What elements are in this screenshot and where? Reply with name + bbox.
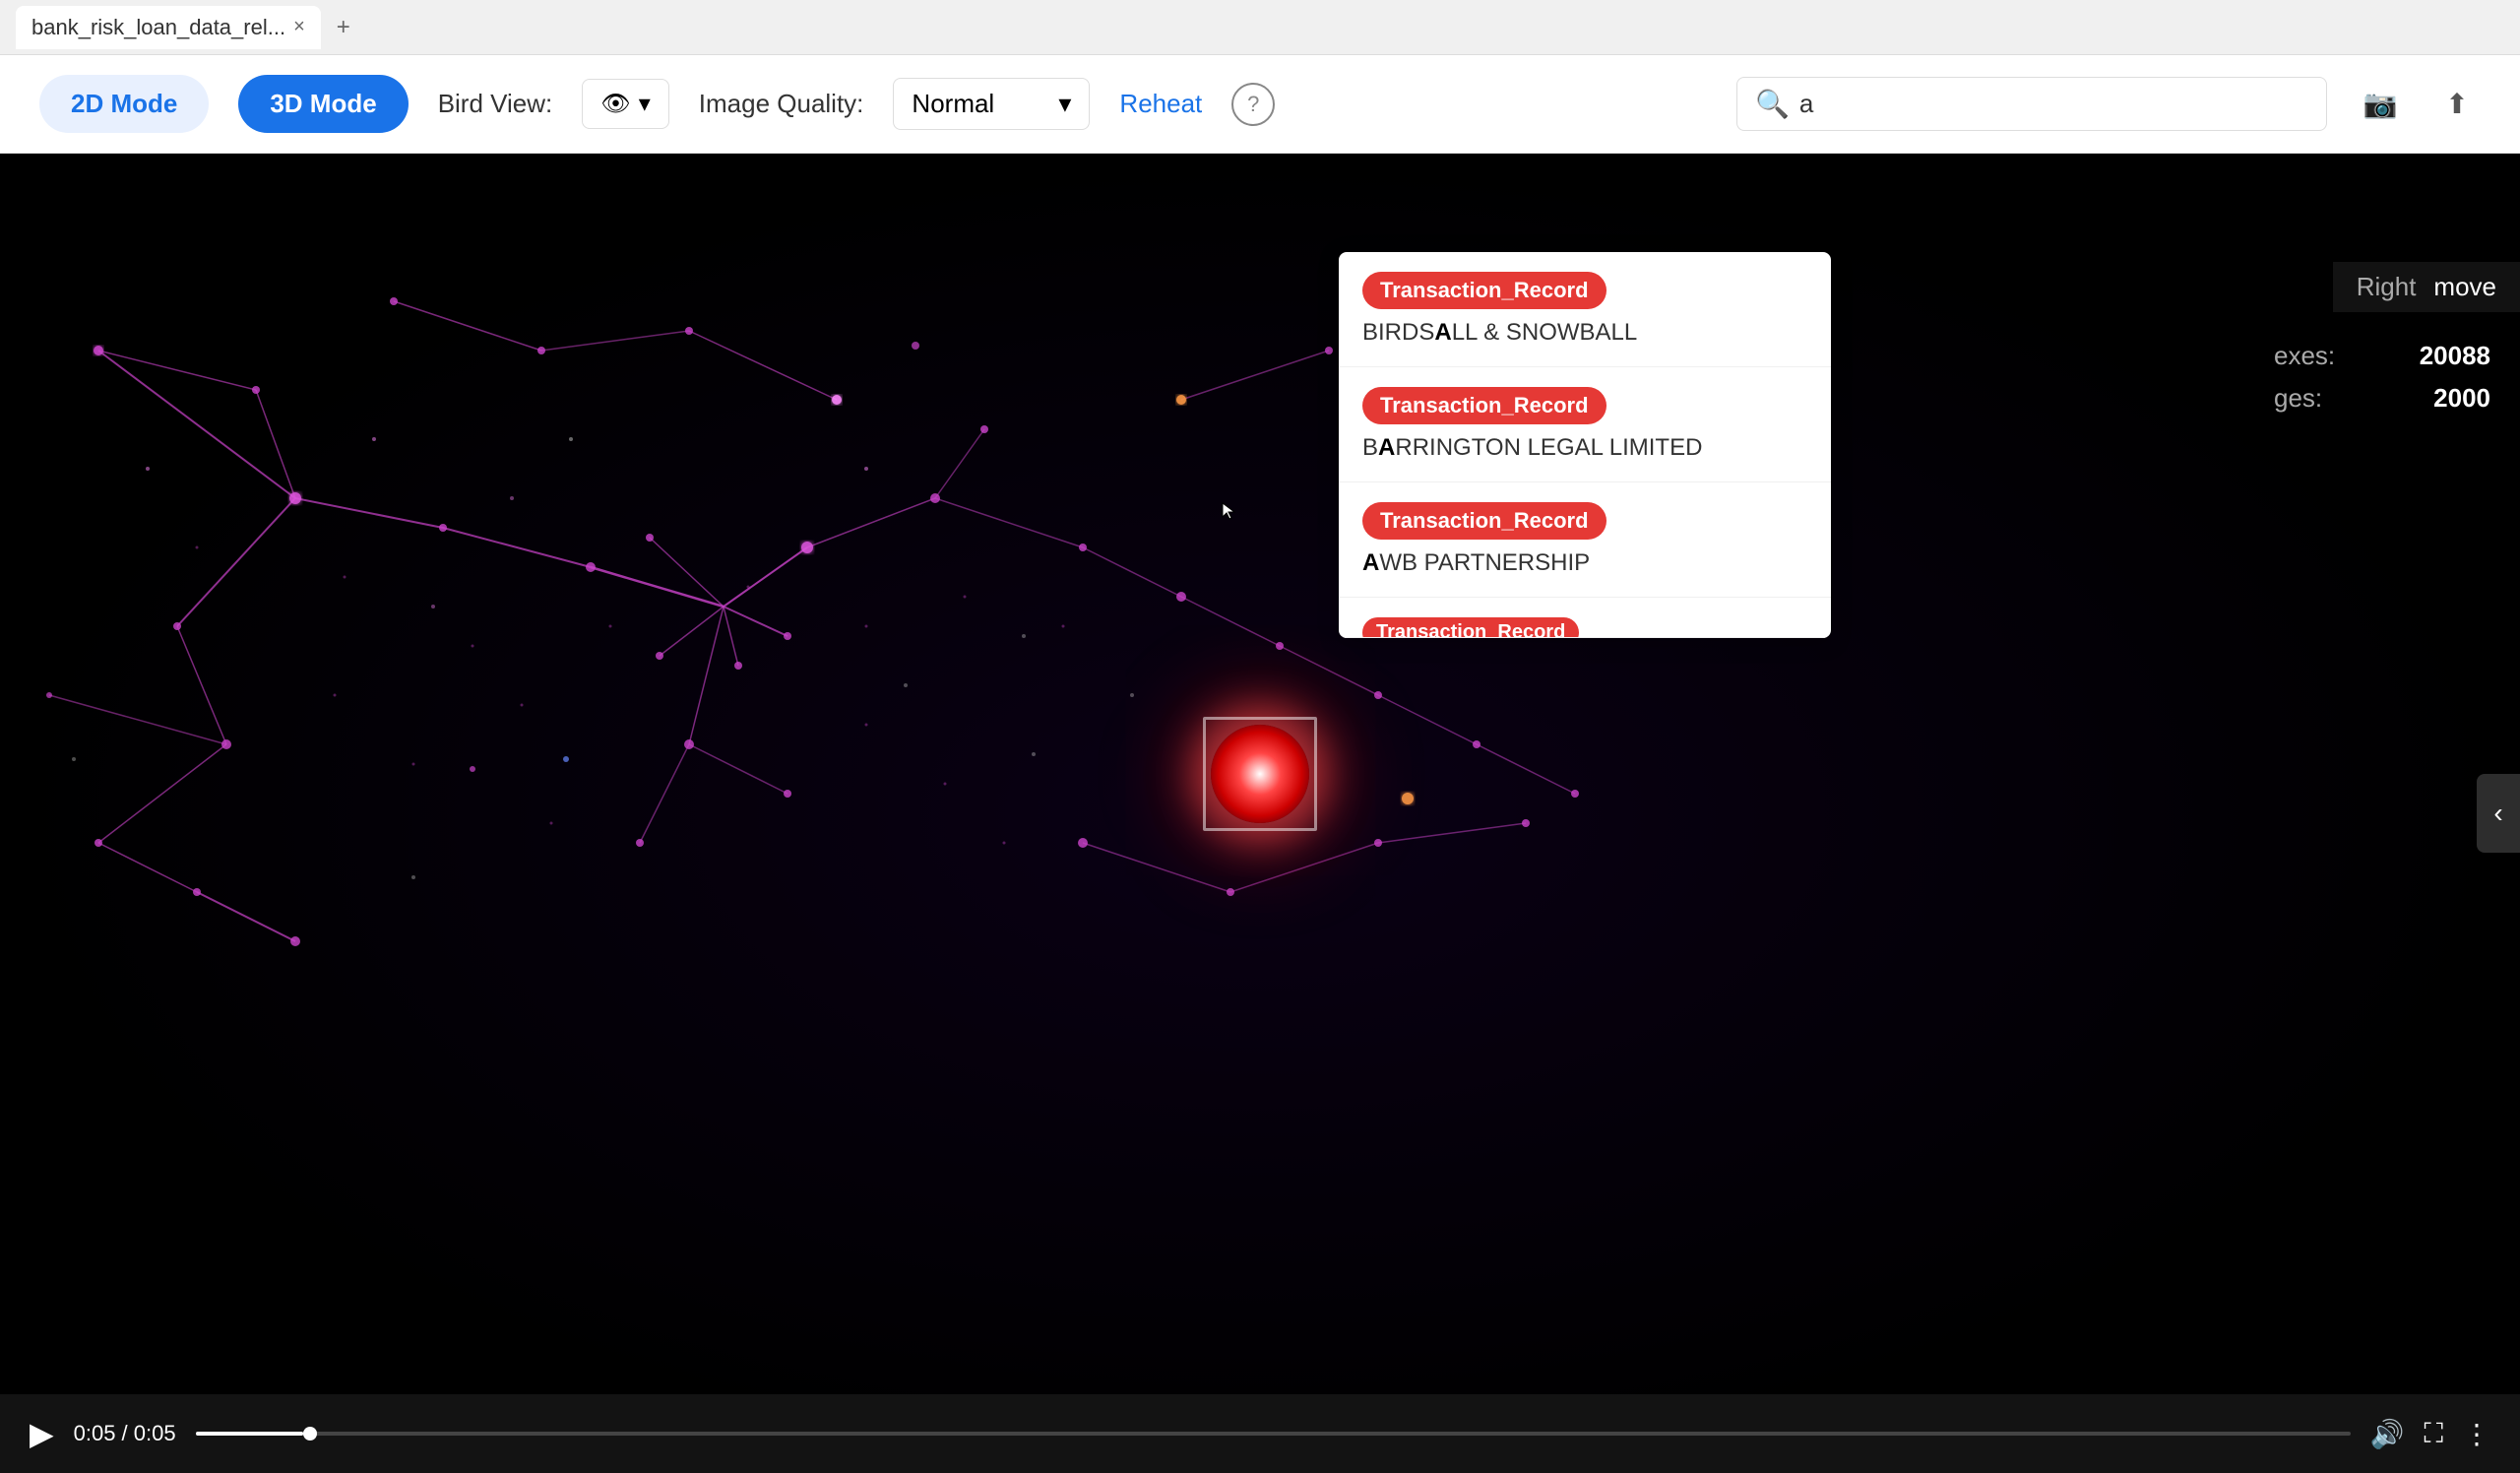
chevron-left-icon: ‹ — [2493, 798, 2502, 829]
edges-count-row: ges: 2000 — [2274, 383, 2490, 414]
browser-tab[interactable]: bank_risk_loan_data_rel... × — [16, 6, 321, 49]
reheat-button[interactable]: Reheat — [1119, 89, 1202, 119]
vertex-label: exes: — [2274, 341, 2335, 371]
center-node-border — [1203, 717, 1317, 831]
screenshot-button[interactable]: 📷 — [2357, 81, 2404, 128]
video-time-display: 0:05 / 0:05 — [74, 1421, 176, 1446]
play-button[interactable]: ▶ — [30, 1415, 54, 1452]
video-progress-fill — [196, 1432, 303, 1436]
toolbar: 2D Mode 3D Mode Bird View: 👁 ▾ Image Qua… — [0, 55, 2520, 154]
tab-title: bank_risk_loan_data_rel... — [32, 15, 285, 40]
image-quality-select[interactable]: Normal ▾ — [893, 78, 1090, 130]
browser-chrome: bank_risk_loan_data_rel... × + — [0, 0, 2520, 55]
search-area: 🔍 — [1736, 77, 2327, 131]
search-result-item[interactable]: Transaction_Record — [1339, 598, 1831, 638]
3d-mode-button[interactable]: 3D Mode — [238, 75, 408, 133]
image-quality-label: Image Quality: — [699, 89, 864, 119]
bird-view-label: Bird View: — [438, 89, 553, 119]
center-node[interactable] — [1211, 725, 1309, 823]
upload-icon: ⬆ — [2445, 88, 2468, 120]
video-controls: ▶ 0:05 / 0:05 🔊 ⛶ ⋮ — [0, 1394, 2520, 1473]
result-tag: Transaction_Record — [1362, 272, 1606, 309]
result-name: BIRDSALL & SNOWBALL — [1362, 319, 1807, 347]
result-tag: Transaction_Record — [1362, 387, 1606, 424]
eye-icon: 👁 — [600, 90, 630, 118]
more-options-button[interactable]: ⋮ — [2463, 1418, 2490, 1450]
edges-label: ges: — [2274, 383, 2322, 414]
result-name: AWB PARTNERSHIP — [1362, 549, 1807, 577]
search-dropdown: Transaction_Record BIRDSALL & SNOWBALL T… — [1339, 252, 1831, 638]
vertex-count-row: exes: 20088 — [2274, 341, 2490, 371]
help-button[interactable]: ? — [1231, 83, 1275, 126]
fullscreen-button[interactable]: ⛶ — [2424, 1418, 2443, 1450]
vertex-value: 20088 — [2420, 341, 2490, 371]
result-tag: Transaction_Record — [1362, 617, 1579, 638]
search-input[interactable] — [1799, 89, 2308, 119]
2d-mode-button[interactable]: 2D Mode — [39, 75, 209, 133]
video-progress-bar[interactable] — [196, 1432, 2351, 1436]
center-node-glow — [1211, 725, 1309, 823]
search-result-item[interactable]: Transaction_Record BIRDSALL & SNOWBALL — [1339, 252, 1831, 367]
chevron-down-icon: ▾ — [1058, 89, 1071, 119]
share-button[interactable]: ⬆ — [2433, 81, 2481, 128]
collapse-panel-button[interactable]: ‹ — [2477, 774, 2520, 853]
visualization-area[interactable]: Transaction_Record BIRDSALL & SNOWBALL T… — [0, 154, 2520, 1473]
search-result-item[interactable]: Transaction_Record BARRINGTON LEGAL LIMI… — [1339, 367, 1831, 482]
chevron-down-icon: ▾ — [639, 90, 651, 118]
bird-view-button[interactable]: 👁 ▾ — [582, 79, 669, 129]
search-icon: 🔍 — [1755, 88, 1790, 120]
search-result-item[interactable]: Transaction_Record AWB PARTNERSHIP — [1339, 482, 1831, 598]
right-panel-stats: exes: 20088 ges: 2000 — [2244, 321, 2520, 445]
new-tab-button[interactable]: + — [329, 10, 358, 45]
tab-close-button[interactable]: × — [293, 16, 305, 38]
help-icon: ? — [1247, 92, 1259, 117]
right-header-direction: Right — [2357, 272, 2417, 302]
result-tag: Transaction_Record — [1362, 502, 1606, 540]
result-name: BARRINGTON LEGAL LIMITED — [1362, 434, 1807, 462]
video-progress-dot — [303, 1427, 317, 1441]
right-panel-header: Right move — [2333, 262, 2520, 312]
camera-icon: 📷 — [2363, 88, 2398, 120]
image-quality-value: Normal — [912, 89, 994, 119]
volume-button[interactable]: 🔊 — [2370, 1418, 2405, 1450]
right-header-move: move — [2433, 272, 2496, 302]
edges-value: 2000 — [2433, 383, 2490, 414]
